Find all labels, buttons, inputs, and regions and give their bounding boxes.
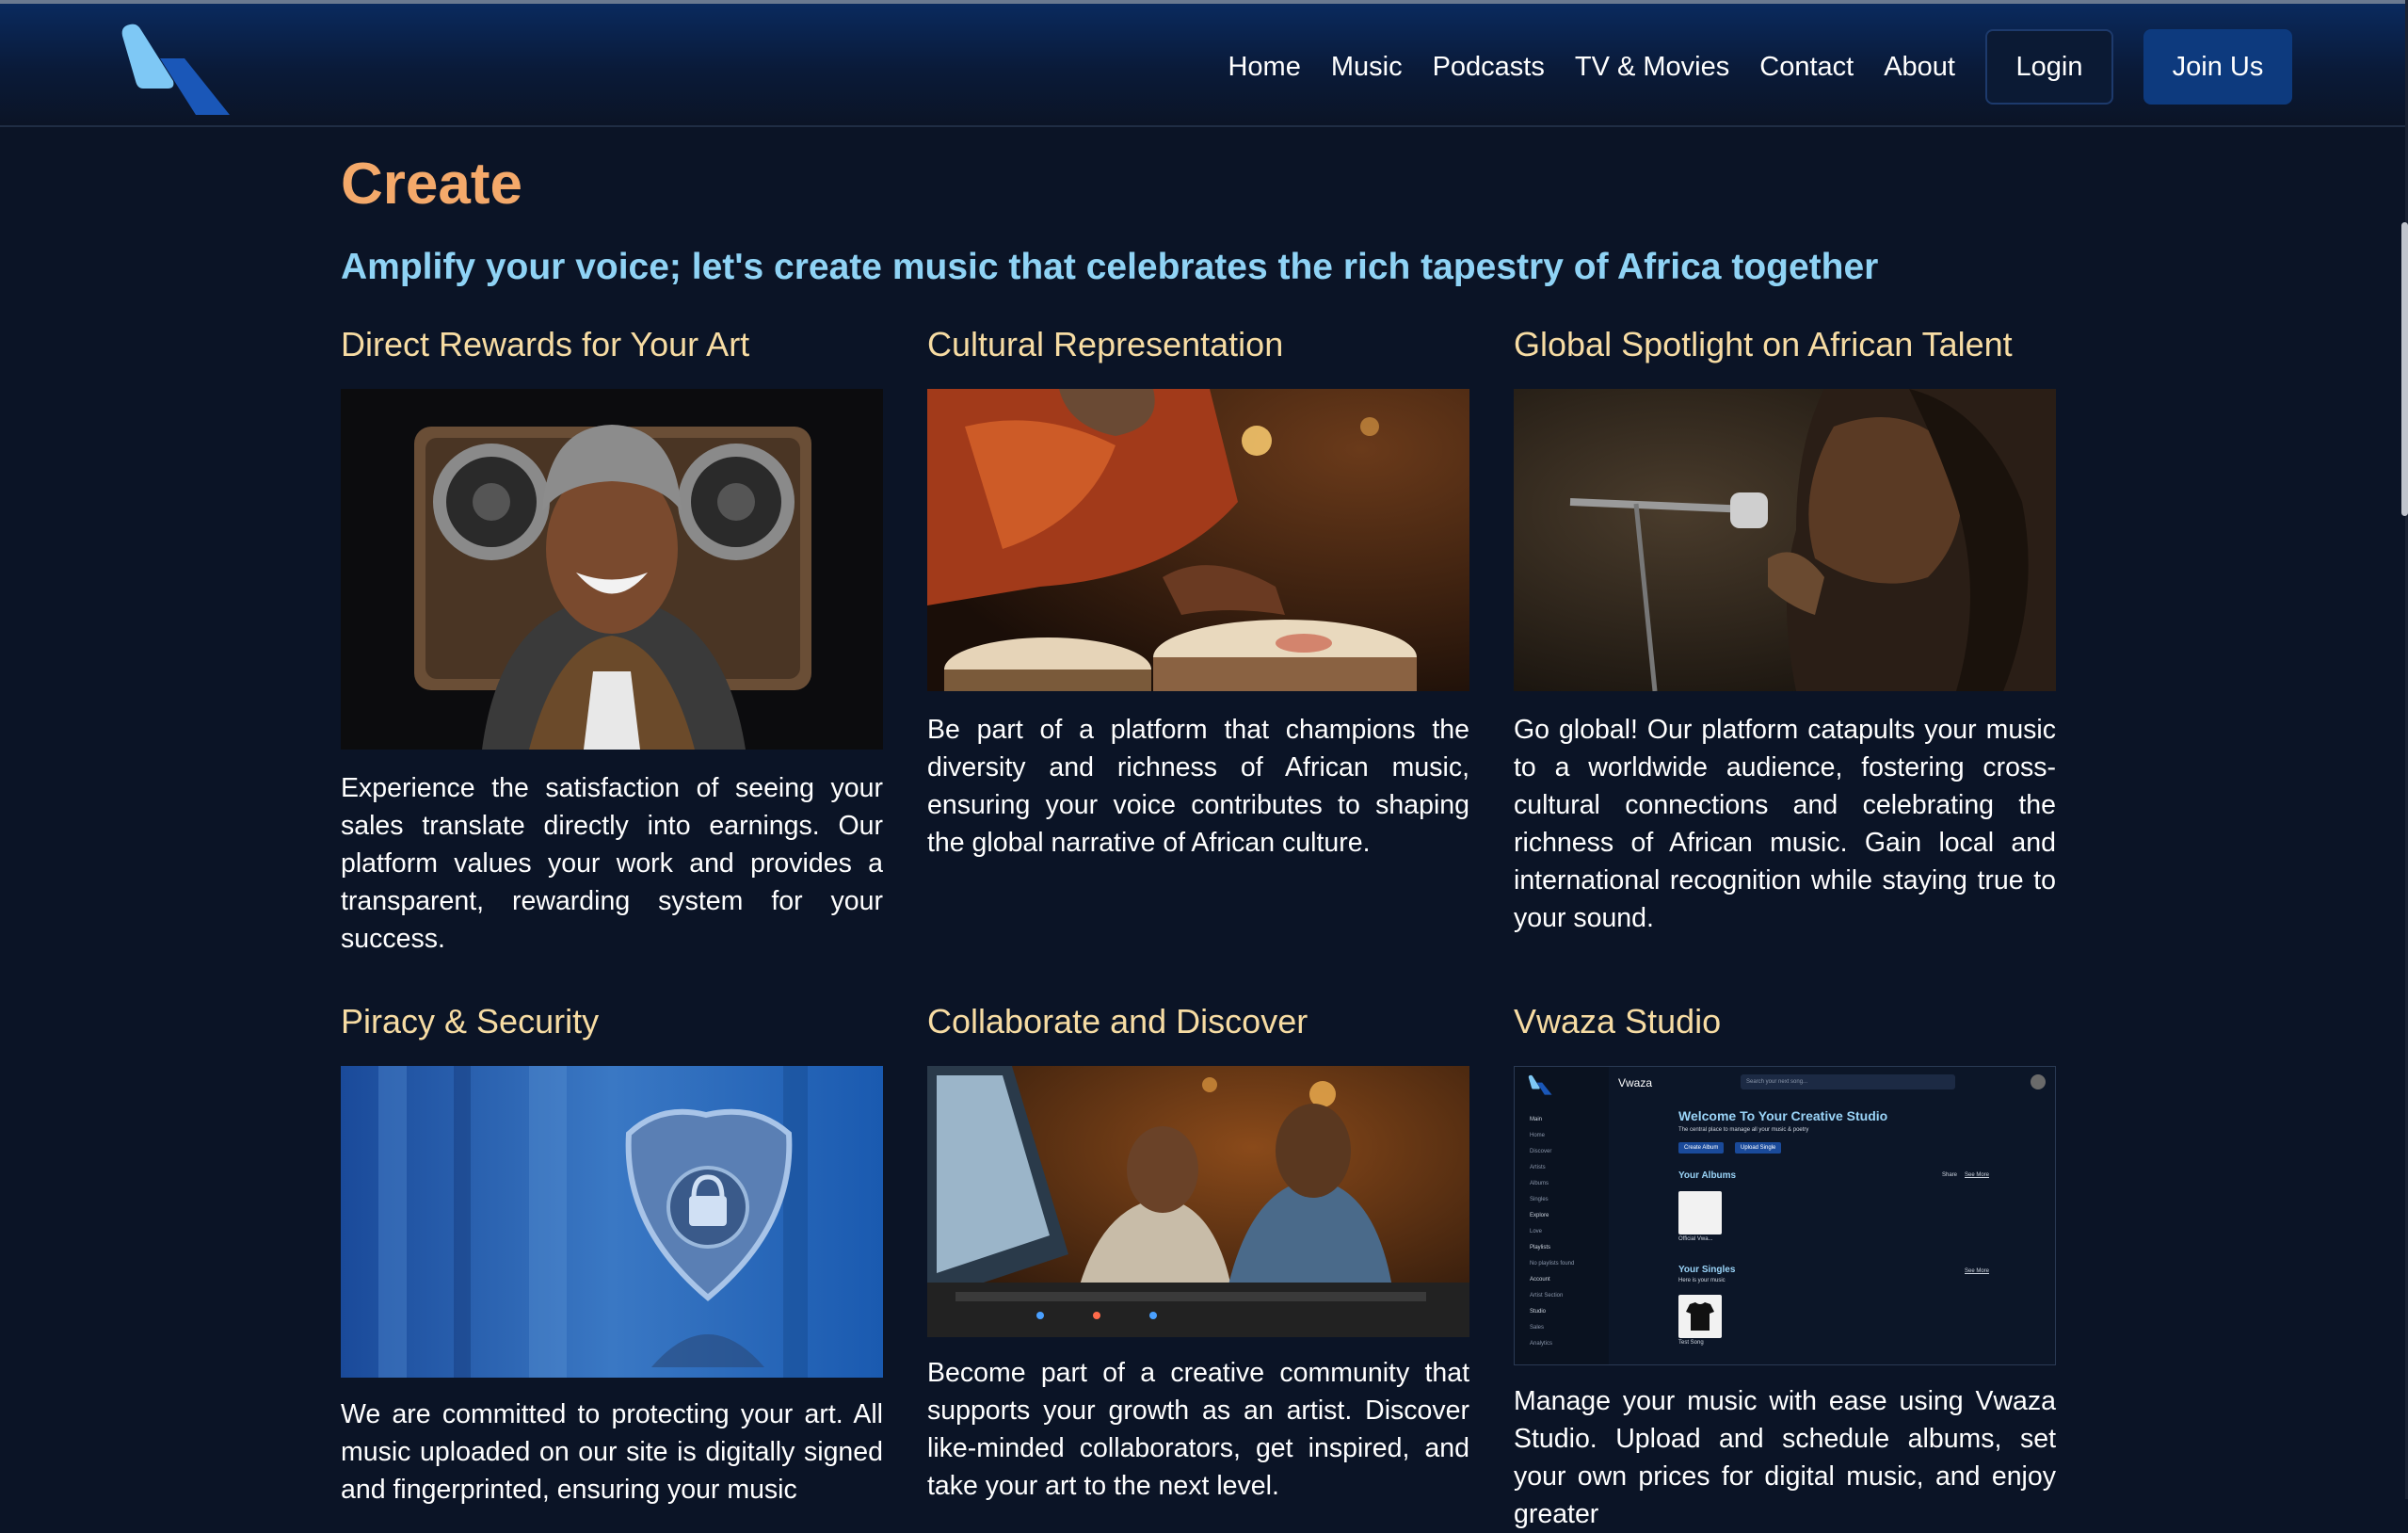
single-cover-icon bbox=[1678, 1295, 1722, 1338]
feature-card-direct-rewards: Direct Rewards for Your Art Experience t… bbox=[341, 325, 883, 956]
card-heading: Vwaza Studio bbox=[1514, 1002, 1722, 1041]
vwaza-logo-icon bbox=[1528, 1074, 1552, 1095]
login-button[interactable]: Login bbox=[1985, 29, 2113, 105]
feature-card-cultural-representation: Cultural Representation Be part of a pla… bbox=[927, 325, 1469, 890]
studio-brand: Vwaza bbox=[1618, 1076, 1653, 1089]
nav-contact-link[interactable]: Contact bbox=[1759, 52, 1854, 83]
nav-about-link[interactable]: About bbox=[1884, 52, 1955, 83]
card-description: Experience the satisfaction of seeing yo… bbox=[341, 773, 883, 954]
feature-card-piracy-security: Piracy & Security We are committed to pr… bbox=[341, 1002, 883, 1505]
nav-podcasts-link[interactable]: Podcasts bbox=[1433, 52, 1545, 83]
page-subtitle: Amplify your voice; let's create music t… bbox=[341, 247, 1879, 287]
singer-microphone-image-icon bbox=[1514, 389, 2056, 691]
create-album-button: Create Album bbox=[1678, 1142, 1725, 1154]
main-nav: Home Music Podcasts TV & Movies Contact … bbox=[1197, 29, 2292, 105]
studio-albums-share: Share bbox=[1942, 1172, 1958, 1178]
card-heading: Global Spotlight on African Talent bbox=[1514, 325, 2013, 363]
join-us-button[interactable]: Join Us bbox=[2143, 29, 2292, 105]
page-title: Create bbox=[341, 152, 522, 217]
padlock-shield-image-icon bbox=[341, 1066, 883, 1378]
single-name: Test Song bbox=[1678, 1340, 1704, 1346]
studio-singles-subtitle: Here is your music bbox=[1678, 1278, 1726, 1283]
studio-singles-heading: Your Singles bbox=[1678, 1265, 1736, 1275]
album-cover-icon bbox=[1678, 1191, 1722, 1234]
scrollbar-thumb[interactable] bbox=[2401, 222, 2408, 516]
card-description: Manage your music with ease using Vwaza … bbox=[1514, 1386, 2056, 1529]
vwaza-logo-icon[interactable] bbox=[119, 23, 232, 115]
studio-singles-see-more: See More bbox=[1965, 1268, 1990, 1274]
studio-welcome-subtitle: The central place to manage all your mus… bbox=[1678, 1127, 1809, 1133]
boombox-artist-image-icon bbox=[341, 389, 883, 750]
studio-producers-image-icon bbox=[927, 1066, 1469, 1337]
card-description: Be part of a platform that champions the… bbox=[927, 715, 1469, 858]
feature-card-vwaza-studio: Vwaza Studio Vwaza Search your next song… bbox=[1514, 1002, 2056, 1529]
feature-card-collaborate-discover: Collaborate and Discover Become part of … bbox=[927, 1002, 1469, 1501]
feature-card-global-spotlight: Global Spotlight on African Talent Go gl… bbox=[1514, 325, 2056, 937]
avatar-icon bbox=[2031, 1074, 2046, 1089]
site-header: Home Music Podcasts TV & Movies Contact … bbox=[0, 4, 2405, 127]
nav-music-link[interactable]: Music bbox=[1331, 52, 1403, 83]
card-heading: Piracy & Security bbox=[341, 1002, 600, 1041]
card-description: Go global! Our platform catapults your m… bbox=[1514, 715, 2056, 933]
studio-sidebar: Main Home Discover Artists Albums Single… bbox=[1530, 1117, 1575, 1347]
album-name: Official Vwa... bbox=[1678, 1236, 1713, 1242]
card-heading: Direct Rewards for Your Art bbox=[341, 325, 750, 363]
card-heading: Collaborate and Discover bbox=[927, 1002, 1308, 1041]
nav-home-link[interactable]: Home bbox=[1228, 52, 1300, 83]
card-description: We are committed to protecting your art.… bbox=[341, 1399, 883, 1505]
studio-dashboard-screenshot-icon: Vwaza Search your next song... Main Home… bbox=[1514, 1066, 2056, 1365]
card-description: Become part of a creative community that… bbox=[927, 1358, 1469, 1501]
nav-tv-movies-link[interactable]: TV & Movies bbox=[1575, 52, 1729, 83]
drummer-image-icon bbox=[927, 389, 1469, 691]
card-heading: Cultural Representation bbox=[927, 325, 1284, 363]
studio-albums-heading: Your Albums bbox=[1678, 1170, 1737, 1181]
studio-albums-see-more: See More bbox=[1965, 1172, 1990, 1178]
studio-search-input: Search your next song... bbox=[1741, 1074, 1955, 1089]
studio-welcome-title: Welcome To Your Creative Studio bbox=[1678, 1108, 1888, 1123]
upload-single-button: Upload Single bbox=[1735, 1142, 1782, 1154]
